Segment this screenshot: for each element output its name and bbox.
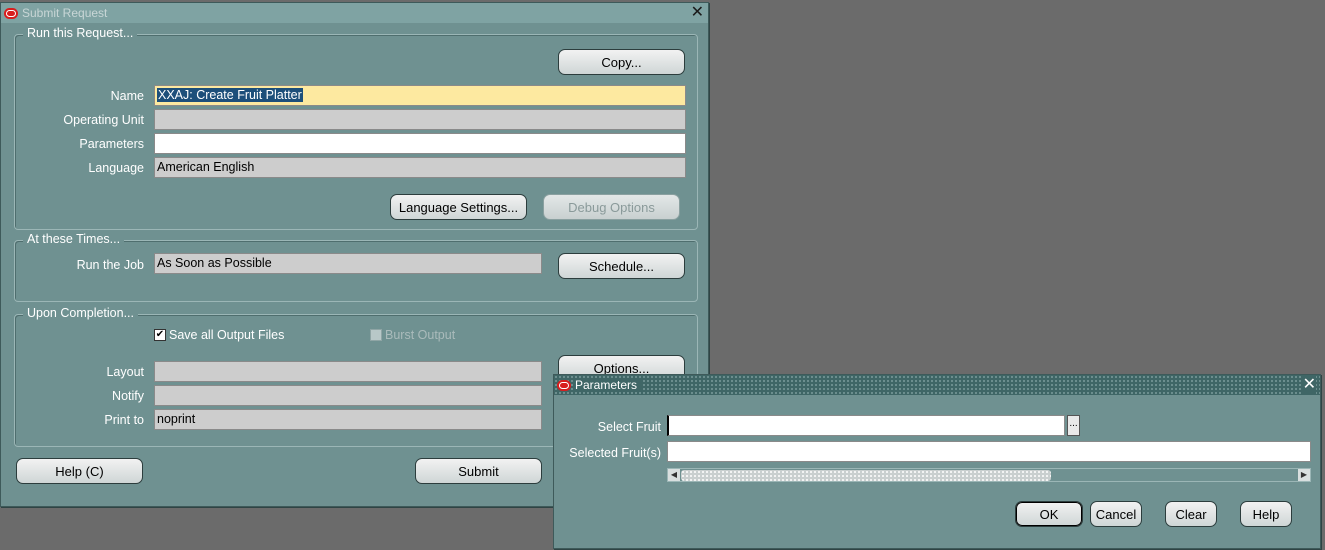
copy-button[interactable]: Copy... — [558, 49, 685, 75]
save-output-checkbox[interactable]: ✔ Save all Output Files — [154, 328, 284, 342]
empty-checkbox-icon — [370, 329, 382, 341]
window-title: Submit Request — [22, 6, 108, 20]
times-group-label: At these Times... — [23, 232, 125, 246]
name-field-selection: XXAJ: Create Fruit Platter — [157, 88, 303, 102]
operating-unit-label: Operating Unit — [63, 113, 144, 127]
scroll-left-icon[interactable]: ◀ — [668, 469, 680, 481]
operating-unit-field[interactable] — [154, 109, 686, 130]
parameters-titlebar[interactable]: Parameters ✕ — [554, 375, 1320, 395]
oracle-icon — [4, 7, 18, 19]
help-button[interactable]: Help (C) — [16, 458, 143, 484]
select-fruit-label: Select Fruit — [597, 420, 661, 434]
selected-fruits-label: Selected Fruit(s) — [569, 446, 661, 460]
ok-button[interactable]: OK — [1015, 501, 1083, 527]
run-job-field[interactable]: As Soon as Possible — [154, 253, 542, 274]
scrollbar-thumb[interactable] — [681, 470, 1051, 481]
parameters-field[interactable] — [154, 133, 686, 154]
layout-label: Layout — [106, 365, 144, 379]
burst-output-checkbox[interactable]: Burst Output — [370, 328, 455, 342]
completion-group-label: Upon Completion... — [23, 306, 139, 320]
checkmark-icon: ✔ — [154, 329, 166, 341]
language-field[interactable]: American English — [154, 157, 686, 178]
close-icon[interactable]: ✕ — [691, 4, 704, 22]
language-settings-button[interactable]: Language Settings... — [390, 194, 527, 220]
submit-request-titlebar[interactable]: Submit Request ✕ — [1, 3, 708, 23]
select-fruit-field[interactable] — [667, 415, 1065, 436]
burst-output-label: Burst Output — [385, 328, 456, 342]
name-field[interactable]: XXAJ: Create Fruit Platter — [154, 85, 686, 106]
run-job-label: Run the Job — [76, 258, 144, 272]
parameters-window: Parameters ✕ Select Fruit ... Selected F… — [553, 374, 1321, 549]
name-label: Name — [110, 89, 144, 103]
print-to-field[interactable]: noprint — [154, 409, 542, 430]
print-to-label: Print to — [104, 413, 144, 427]
list-of-values-button[interactable]: ... — [1067, 415, 1080, 436]
layout-field[interactable] — [154, 361, 542, 382]
notify-label: Notify — [112, 389, 144, 403]
submit-button[interactable]: Submit — [415, 458, 542, 484]
schedule-button[interactable]: Schedule... — [558, 253, 685, 279]
horizontal-scrollbar[interactable]: ◀ ▶ — [667, 468, 1311, 482]
selected-fruits-field[interactable] — [667, 441, 1311, 462]
cancel-button[interactable]: Cancel — [1090, 501, 1142, 527]
oracle-icon — [557, 379, 571, 391]
parameters-label: Parameters — [79, 137, 144, 151]
close-icon[interactable]: ✕ — [1302, 376, 1316, 394]
help-button-parameters[interactable]: Help — [1240, 501, 1292, 527]
parameters-window-title: Parameters — [575, 378, 644, 392]
debug-options-button[interactable]: Debug Options — [543, 194, 680, 220]
save-output-label: Save all Output Files — [169, 328, 285, 342]
notify-field[interactable] — [154, 385, 542, 406]
clear-button[interactable]: Clear — [1165, 501, 1217, 527]
language-label: Language — [88, 161, 144, 175]
run-request-group-label: Run this Request... — [23, 26, 138, 40]
scroll-right-icon[interactable]: ▶ — [1298, 469, 1310, 481]
